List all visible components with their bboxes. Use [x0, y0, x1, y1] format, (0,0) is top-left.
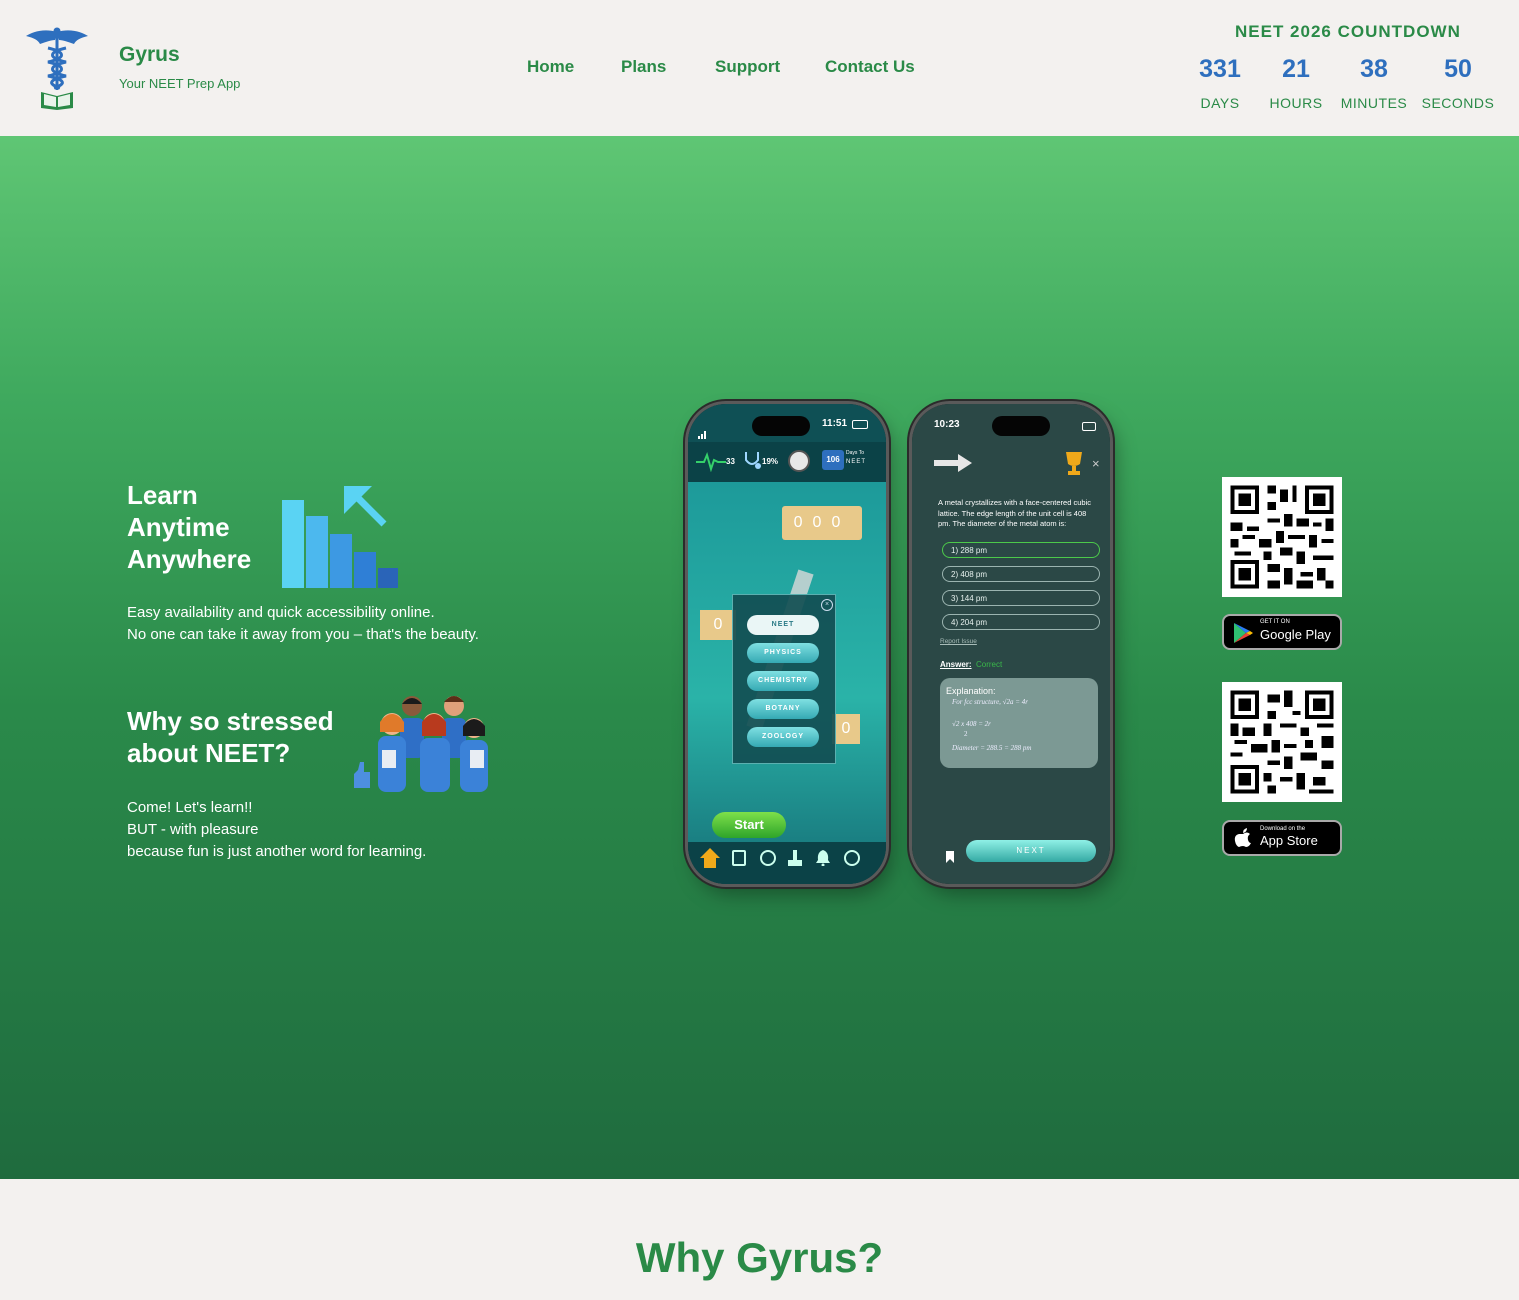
tests-icon[interactable] — [732, 850, 746, 866]
badge-icon — [788, 450, 810, 472]
play-store-icon — [1232, 622, 1254, 644]
answer-option-4[interactable]: 4) 204 pm — [942, 614, 1100, 630]
subject-chemistry-button[interactable]: CHEMISTRY — [747, 671, 819, 691]
phone1-game-board: 000 0 0 × NEET PHYSICS CHEMISTRY BOTANY … — [688, 482, 886, 842]
board-digit: 0 — [831, 514, 851, 531]
percent-value: 19% — [762, 457, 779, 466]
trophy-icon — [1062, 450, 1086, 476]
text-line: Come! Let's learn!! — [127, 799, 253, 816]
nav-contact-us[interactable]: Contact Us — [825, 57, 915, 77]
battery-icon — [852, 420, 868, 429]
phone1-stats-bar: 33 19% 106 Days To NEET — [688, 442, 886, 482]
phone-notch — [752, 416, 810, 436]
heading-line: Anywhere — [127, 544, 252, 574]
site-header: Gyrus Your NEET Prep App Home Plans Supp… — [0, 0, 1519, 136]
subject-zoology-button[interactable]: ZOOLOGY — [747, 727, 819, 747]
google-play-badge[interactable]: GET IT ON Google Play — [1222, 614, 1342, 650]
text-line: because fun is just another word for lea… — [127, 843, 427, 860]
brand-tagline: Your NEET Prep App — [119, 76, 241, 91]
hero-heading-stressed: Why so stressed about NEET? — [127, 705, 334, 769]
nav-home[interactable]: Home — [527, 57, 574, 77]
hero-section: Learn Anytime Anywhere Easy availability… — [0, 136, 1519, 1179]
phone-notch — [992, 416, 1050, 436]
why-gyrus-heading: Why Gyrus? — [635, 1234, 884, 1281]
google-play-qr-code — [1222, 477, 1342, 597]
phone-mockup-question: 10:23 × A metal crystallizes with a face… — [912, 404, 1110, 884]
explanation-line: 2 — [964, 730, 968, 738]
app-store-qr-code — [1222, 682, 1342, 802]
pulse-value: 33 — [726, 457, 735, 466]
side-board-left: 0 — [700, 610, 736, 640]
score-board: 000 — [782, 506, 862, 540]
answer-option-2[interactable]: 2) 408 pm — [942, 566, 1100, 582]
caduceus-logo[interactable] — [24, 26, 90, 110]
google-play-big-text: Google Play — [1260, 627, 1331, 642]
phone1-time: 11:51 — [822, 418, 848, 429]
subject-botany-button[interactable]: BOTANY — [747, 699, 819, 719]
app-store-big-text: App Store — [1260, 833, 1318, 848]
days-label-bottom: NEET — [846, 459, 867, 465]
answer-option-3[interactable]: 3) 144 pm — [942, 590, 1100, 606]
subject-popup: × NEET PHYSICS CHEMISTRY BOTANY ZOOLOGY — [732, 594, 836, 764]
answer-label: Answer: — [940, 660, 972, 669]
explanation-line: For fcc structure, √2a = 4r — [952, 698, 1028, 706]
doctors-group-icon — [346, 692, 496, 796]
close-icon[interactable]: × — [1092, 456, 1100, 471]
phone-mockup-home: 11:51 33 19% 106 Days To NEET 000 0 0 × … — [688, 404, 886, 884]
board-digit: 0 — [812, 514, 832, 531]
battery-icon — [1082, 422, 1096, 431]
leaderboard-icon[interactable] — [788, 850, 802, 866]
trophy-icon[interactable] — [760, 850, 776, 866]
brand-name[interactable]: Gyrus — [119, 43, 180, 67]
close-icon[interactable]: × — [821, 599, 833, 611]
question-text: A metal crystallizes with a face-centere… — [938, 498, 1091, 528]
board-digit: 0 — [793, 514, 813, 531]
countdown-seconds-value: 50 — [1444, 55, 1472, 83]
explanation-box: Explanation: For fcc structure, √2a = 4r… — [940, 678, 1098, 768]
nav-support[interactable]: Support — [715, 57, 780, 77]
bookmark-icon[interactable] — [946, 850, 954, 863]
explanation-line: √2 x 408 = 2r — [952, 720, 991, 728]
back-arrow-icon[interactable] — [932, 452, 974, 474]
nav-plans[interactable]: Plans — [621, 57, 666, 77]
days-label-top: Days To — [846, 450, 864, 456]
text-line: Easy availability and quick accessibilit… — [127, 604, 435, 621]
answer-option-1[interactable]: 1) 288 pm — [942, 542, 1100, 558]
hero-text-availability: Easy availability and quick accessibilit… — [127, 602, 479, 646]
start-button[interactable]: Start — [712, 812, 786, 838]
apple-icon — [1234, 828, 1252, 848]
bell-icon[interactable] — [816, 850, 830, 867]
stethoscope-icon — [742, 450, 762, 472]
subject-physics-button[interactable]: PHYSICS — [747, 643, 819, 663]
answer-status: Correct — [976, 660, 1003, 669]
app-store-small-text: Download on the — [1260, 826, 1306, 832]
growth-chart-icon — [280, 482, 402, 590]
text-line: No one can take it away from you – that'… — [127, 626, 479, 643]
signal-icon — [698, 426, 706, 439]
countdown-seconds-label: SECONDS — [1421, 95, 1495, 111]
heading-line: Anytime — [127, 512, 230, 542]
explanation-line: Diameter = 288.5 = 288 pm — [952, 744, 1032, 752]
phone1-bottom-nav — [688, 842, 886, 884]
home-icon[interactable] — [700, 848, 720, 868]
phone2-time: 10:23 — [934, 419, 960, 430]
countdown-title: NEET 2026 COUNTDOWN — [1235, 22, 1461, 41]
subject-neet-button[interactable]: NEET — [747, 615, 819, 635]
days-count: 106 — [822, 450, 844, 470]
heartbeat-icon — [696, 452, 726, 473]
side-board-right: 0 — [832, 714, 860, 744]
heading-line: about NEET? — [127, 738, 291, 768]
report-issue-link[interactable]: Report Issue — [940, 638, 977, 645]
app-store-badge[interactable]: Download on the App Store — [1222, 820, 1342, 856]
hero-text-learn: Come! Let's learn!! BUT - with pleasure … — [127, 797, 426, 863]
hero-heading-learn: Learn Anytime Anywhere — [127, 479, 251, 575]
heading-line: Why so stressed — [127, 706, 334, 736]
google-play-small-text: GET IT ON — [1260, 619, 1290, 625]
explanation-title: Explanation: — [946, 686, 996, 696]
text-line: BUT - with pleasure — [127, 821, 259, 838]
profile-icon[interactable] — [844, 850, 860, 866]
heading-line: Learn — [127, 480, 198, 510]
next-button[interactable]: NEXT — [966, 840, 1096, 862]
